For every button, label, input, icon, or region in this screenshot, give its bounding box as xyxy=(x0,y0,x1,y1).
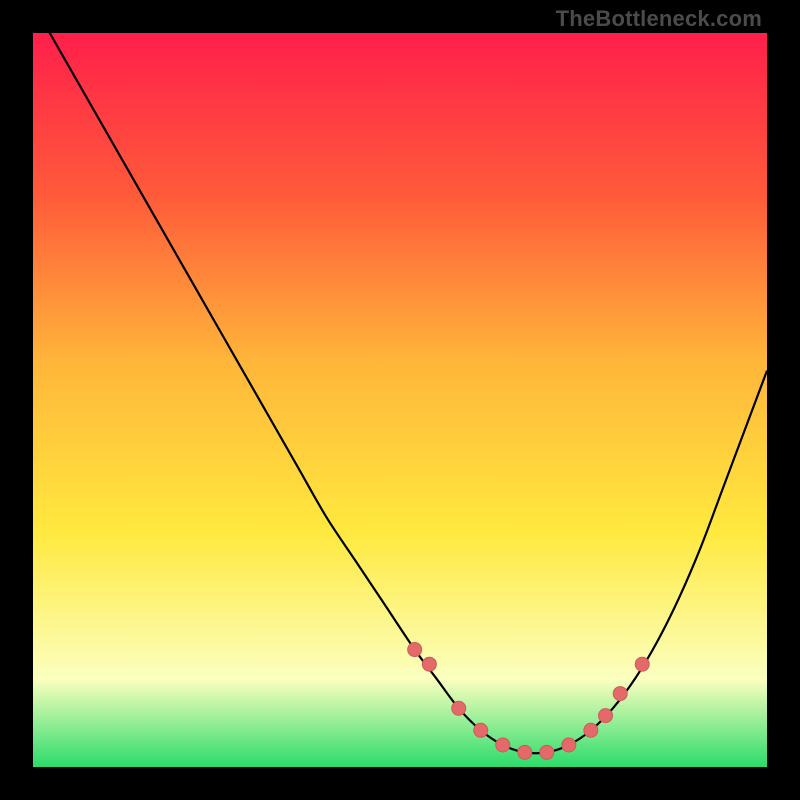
marker-point xyxy=(635,657,649,671)
bottleneck-curve xyxy=(33,33,767,767)
chart-frame: TheBottleneck.com xyxy=(0,0,800,800)
marker-point xyxy=(408,643,422,657)
marker-point xyxy=(422,657,436,671)
marker-point xyxy=(613,687,627,701)
marker-point xyxy=(599,709,613,723)
marker-point xyxy=(452,701,466,715)
marker-point xyxy=(540,745,554,759)
marker-point xyxy=(584,723,598,737)
watermark-text: TheBottleneck.com xyxy=(556,6,762,32)
marker-point xyxy=(518,745,532,759)
marker-point xyxy=(474,723,488,737)
marker-point xyxy=(562,738,576,752)
plot-area xyxy=(33,33,767,767)
marker-point xyxy=(496,738,510,752)
